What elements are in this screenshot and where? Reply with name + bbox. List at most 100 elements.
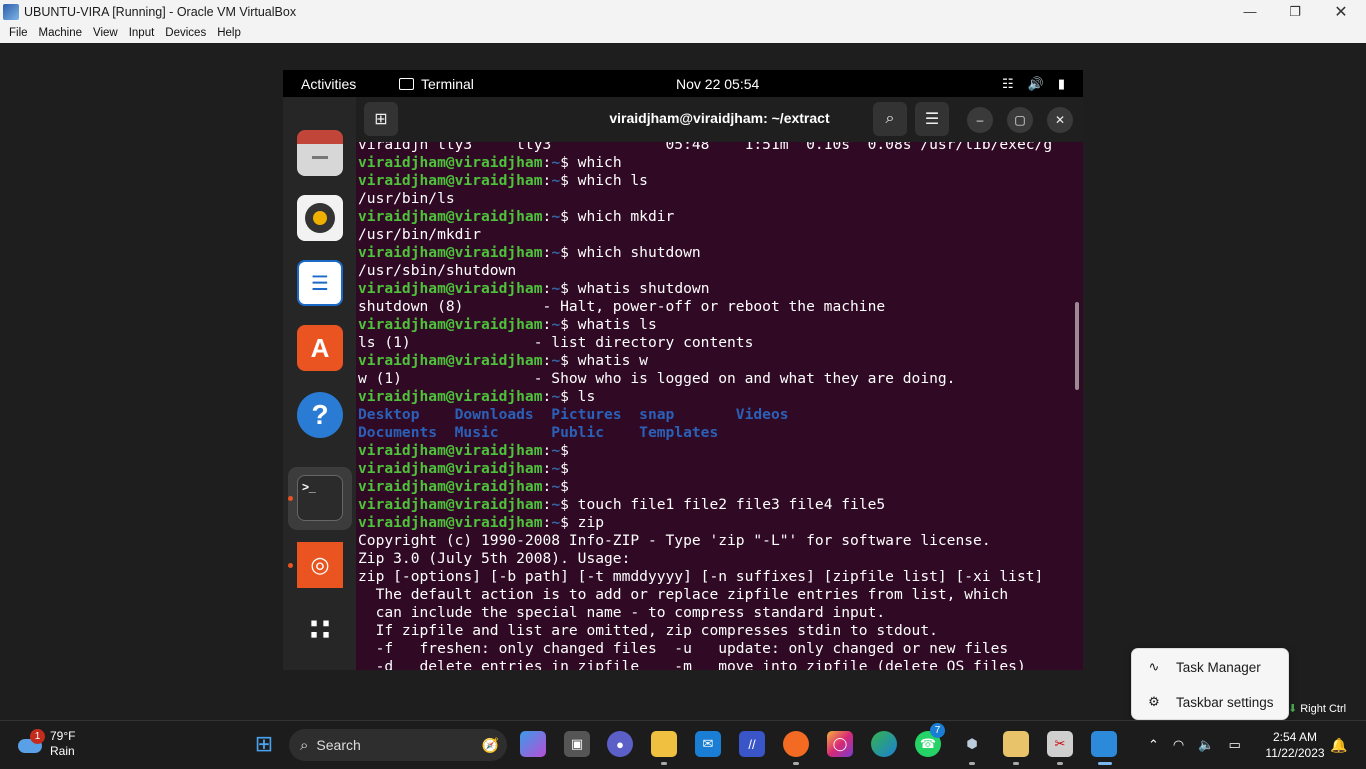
prompt-path: ~ bbox=[551, 154, 561, 171]
prompt-path: ~ bbox=[551, 496, 561, 513]
app-center-icon[interactable]: A bbox=[297, 325, 343, 371]
output-text: If zipfile and list are omitted, zip com… bbox=[358, 622, 938, 639]
terminal-line: viraidjham@viraidjham:~$ which mkdir bbox=[358, 208, 1052, 226]
terminal-output[interactable]: viraidjh tty3 tty3 05:48 1:51m 0.10s 0.0… bbox=[356, 142, 1083, 670]
show-apps-icon[interactable]: ∷ bbox=[297, 607, 343, 653]
teams-chat-icon[interactable]: ● bbox=[607, 731, 633, 757]
directory-listing: Desktop Downloads Pictures snap Videos bbox=[358, 406, 789, 423]
task-view-icon[interactable]: ▣ bbox=[564, 731, 590, 757]
search-label: Search bbox=[316, 737, 361, 753]
terminal-line: /usr/bin/mkdir bbox=[358, 226, 1052, 244]
task-manager-item[interactable]: ∿ Task Manager bbox=[1132, 650, 1290, 684]
terminal-close-button[interactable]: ✕ bbox=[1047, 107, 1073, 133]
help-icon[interactable]: ? bbox=[297, 392, 343, 438]
close-button[interactable]: ✕ bbox=[1318, 0, 1364, 23]
terminal-minimize-button[interactable]: – bbox=[967, 107, 993, 133]
terminal-line: viraidjham@viraidjham:~$ whatis shutdown bbox=[358, 280, 1052, 298]
prompt-path: ~ bbox=[551, 280, 561, 297]
output-text: -d delete entries in zipfile -m move int… bbox=[358, 658, 1026, 670]
terminal-line: viraidjham@viraidjham:~$ which bbox=[358, 154, 1052, 172]
virtualbox-manager-icon[interactable]: ⬢ bbox=[959, 731, 985, 757]
wifi-icon[interactable]: ◠ bbox=[1173, 737, 1184, 753]
virtualbox-vm-icon[interactable] bbox=[1091, 731, 1117, 757]
prompt-separator: : bbox=[542, 352, 552, 369]
prompt-user: viraidjham@viraidjham bbox=[358, 352, 543, 369]
snipping-tool-icon[interactable]: ✂ bbox=[1047, 731, 1073, 757]
mail-icon[interactable]: ✉ bbox=[695, 731, 721, 757]
volume-icon[interactable]: 🔈 bbox=[1198, 737, 1214, 753]
minimize-button[interactable]: — bbox=[1227, 0, 1273, 23]
weather-badge: 1 bbox=[30, 729, 45, 744]
taskbar-settings-label: Taskbar settings bbox=[1176, 694, 1274, 710]
hamburger-menu-icon[interactable]: ☰ bbox=[915, 102, 949, 136]
directory-listing: Documents Music Public Templates bbox=[358, 424, 719, 441]
terminal-icon[interactable]: >_ bbox=[297, 475, 343, 521]
output-text: /usr/bin/mkdir bbox=[358, 226, 482, 243]
app-menu[interactable]: Terminal bbox=[399, 76, 474, 92]
ubuntu-icon[interactable]: ◎ bbox=[297, 542, 343, 588]
copilot-icon[interactable] bbox=[520, 731, 546, 757]
weather-widget[interactable]: 1 79°F Rain bbox=[18, 729, 75, 759]
prompt-path: ~ bbox=[551, 514, 561, 531]
taskbar-search[interactable]: ⌕ Search 🧭 bbox=[289, 729, 507, 761]
terminal-maximize-button[interactable]: ▢ bbox=[1007, 107, 1033, 133]
menu-input[interactable]: Input bbox=[129, 27, 155, 39]
terminal-line: Documents Music Public Templates bbox=[358, 424, 1052, 442]
terminal-line: ls (1) - list directory contents bbox=[358, 334, 1052, 352]
prompt-separator: : bbox=[542, 154, 552, 171]
files-icon[interactable] bbox=[297, 130, 343, 176]
menu-view[interactable]: View bbox=[93, 27, 118, 39]
archive-tool-icon[interactable] bbox=[1003, 731, 1029, 757]
edge-icon[interactable] bbox=[871, 731, 897, 757]
rhythmbox-icon[interactable] bbox=[297, 195, 343, 241]
running-indicator bbox=[1013, 762, 1019, 765]
prompt-separator: : bbox=[542, 244, 552, 261]
gnome-clock[interactable]: Nov 22 05:54 bbox=[676, 76, 759, 92]
activities-button[interactable]: Activities bbox=[301, 76, 356, 92]
terminal-line: viraidjham@viraidjham:~$ which shutdown bbox=[358, 244, 1052, 262]
start-button[interactable]: ⊞ bbox=[251, 731, 277, 757]
terminal-scrollbar[interactable] bbox=[1075, 302, 1079, 390]
prompt-path: ~ bbox=[551, 388, 561, 405]
firefox-icon[interactable] bbox=[783, 731, 809, 757]
prompt-path: ~ bbox=[551, 478, 561, 495]
prompt-user: viraidjham@viraidjham bbox=[358, 244, 543, 261]
restore-button[interactable]: ❐ bbox=[1272, 0, 1318, 23]
battery-icon: ▮ bbox=[1057, 75, 1065, 91]
app-icon[interactable]: // bbox=[739, 731, 765, 757]
weather-temp: 79°F bbox=[50, 729, 76, 743]
terminal-header-bar: ⊞ viraidjham@viraidjham: ~/extract ⌕ ☰ –… bbox=[356, 97, 1083, 142]
prompt-user: viraidjham@viraidjham bbox=[358, 496, 543, 513]
instagram-icon[interactable]: ◯ bbox=[827, 731, 853, 757]
search-icon[interactable]: ⌕ bbox=[873, 102, 907, 136]
notification-bell-icon[interactable]: 🔔 bbox=[1330, 721, 1347, 769]
taskbar-settings-item[interactable]: ⚙ Taskbar settings bbox=[1132, 685, 1290, 719]
battery-icon[interactable]: ▭ bbox=[1228, 737, 1240, 753]
taskbar-clock[interactable]: 2:54 AM 11/22/2023 bbox=[1255, 729, 1335, 761]
command-text: $ whatis shutdown bbox=[560, 280, 710, 297]
chevron-up-icon[interactable]: ⌃ bbox=[1148, 737, 1159, 753]
menu-machine[interactable]: Machine bbox=[39, 27, 82, 39]
running-indicator bbox=[288, 496, 293, 501]
date: 11/22/2023 bbox=[1265, 746, 1325, 760]
terminal-line: If zipfile and list are omitted, zip com… bbox=[358, 622, 1052, 640]
menu-file[interactable]: File bbox=[9, 27, 28, 39]
file-explorer-icon[interactable] bbox=[651, 731, 677, 757]
menu-devices[interactable]: Devices bbox=[165, 27, 206, 39]
terminal-line: The default action is to add or replace … bbox=[358, 586, 1052, 604]
terminal-line: zip [-options] [-b path] [-t mmddyyyy] [… bbox=[358, 568, 1052, 586]
prompt-separator: : bbox=[542, 208, 552, 225]
running-indicator bbox=[969, 762, 975, 765]
writer-icon[interactable]: ☰ bbox=[297, 260, 343, 306]
system-tray[interactable]: ☷ 🔊 ▮ bbox=[1002, 76, 1065, 92]
weather-desc: Rain bbox=[50, 744, 75, 758]
whatsapp-icon[interactable]: ☎ 7 bbox=[915, 723, 945, 757]
ubuntu-screen[interactable]: Activities Terminal Nov 22 05:54 ☷ 🔊 ▮ ☰… bbox=[283, 70, 1083, 670]
prompt-separator: : bbox=[542, 514, 552, 531]
window-title: UBUNTU-VIRA [Running] - Oracle VM Virtua… bbox=[24, 4, 297, 19]
command-text: $ bbox=[560, 442, 569, 459]
prompt-separator: : bbox=[542, 172, 552, 189]
prompt-user: viraidjham@viraidjham bbox=[358, 154, 543, 171]
menu-help[interactable]: Help bbox=[217, 27, 241, 39]
terminal-line: viraidjham@viraidjham:~$ touch file1 fil… bbox=[358, 496, 1052, 514]
